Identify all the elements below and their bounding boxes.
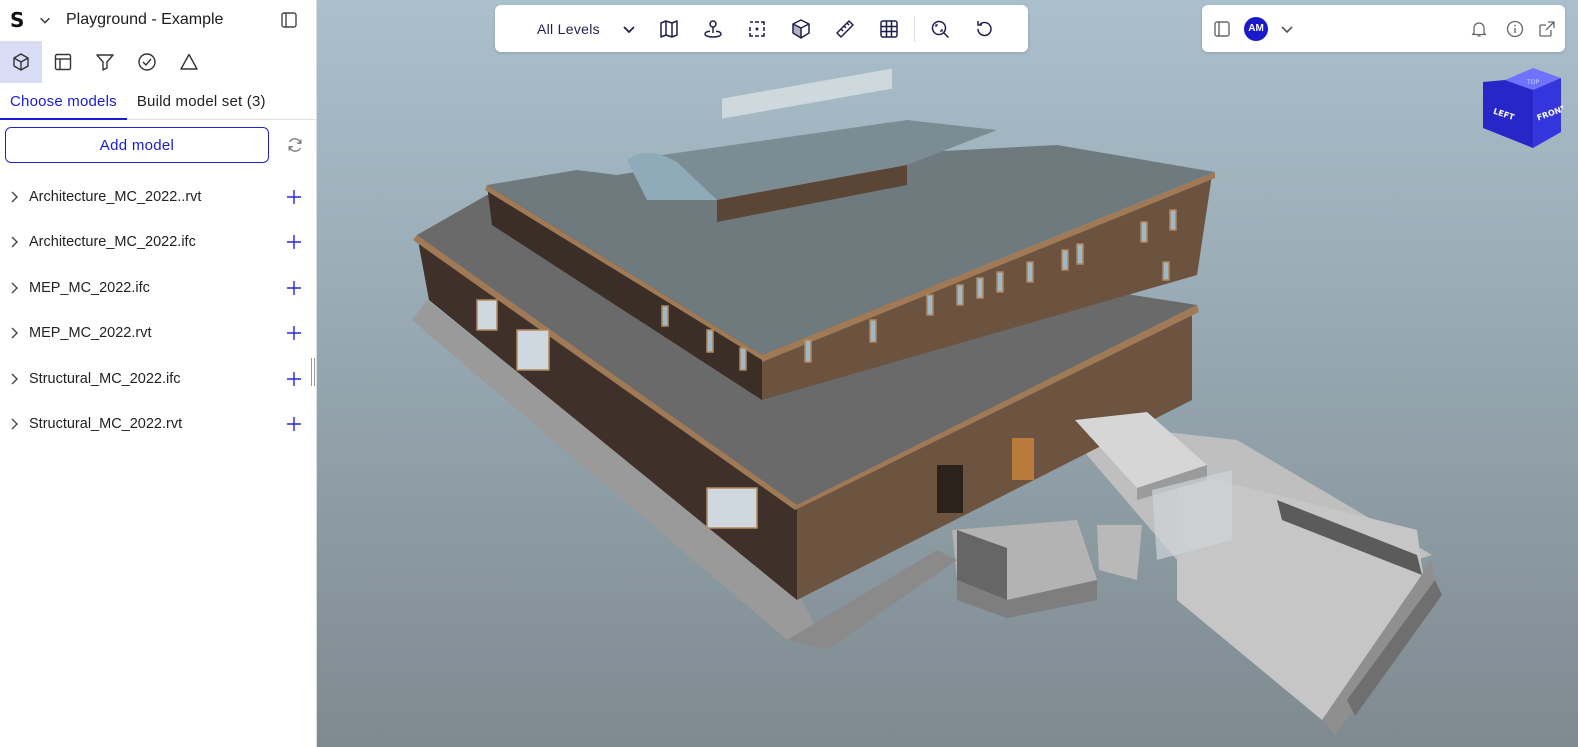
plus-icon[interactable] bbox=[286, 234, 302, 250]
views-tab-button[interactable] bbox=[42, 41, 84, 83]
model-name: Architecture_MC_2022.ifc bbox=[29, 234, 196, 251]
navcube-top-label: TOP bbox=[1526, 79, 1539, 86]
select-box-icon[interactable] bbox=[746, 18, 768, 40]
chevron-right-icon[interactable] bbox=[8, 326, 20, 340]
info-icon[interactable] bbox=[1506, 20, 1524, 38]
viewer-toolbar: All Levels bbox=[495, 5, 1028, 52]
models-tab-button[interactable] bbox=[0, 41, 42, 83]
check-circle-icon bbox=[138, 53, 156, 71]
sidebar-resize-handle[interactable] bbox=[311, 358, 315, 386]
list-item[interactable]: MEP_MC_2022.rvt bbox=[0, 311, 316, 357]
model-tabs: Choose models Build model set (3) bbox=[0, 84, 316, 120]
chevron-right-icon[interactable] bbox=[8, 235, 20, 249]
app-logo[interactable]: S bbox=[10, 8, 30, 32]
issues-tab-button[interactable] bbox=[168, 41, 210, 83]
tab-choose-models[interactable]: Choose models bbox=[0, 84, 127, 120]
plus-icon[interactable] bbox=[286, 280, 302, 296]
model-list: Architecture_MC_2022..rvt Architecture_M… bbox=[0, 174, 316, 447]
chevron-right-icon[interactable] bbox=[8, 417, 20, 431]
warning-triangle-icon bbox=[180, 53, 198, 70]
refresh-icon[interactable] bbox=[286, 136, 304, 154]
user-toolbar: AM bbox=[1202, 5, 1565, 52]
sidebar-header: S Playground - Example bbox=[0, 0, 316, 40]
plus-icon[interactable] bbox=[286, 416, 302, 432]
reset-icon[interactable] bbox=[973, 18, 995, 40]
add-model-row: Add model bbox=[0, 120, 316, 170]
filter-icon bbox=[96, 54, 114, 71]
share-icon[interactable] bbox=[1538, 20, 1556, 38]
3d-viewport[interactable]: All Levels AM TOP LEFT FRONT bbox=[317, 0, 1578, 747]
chevron-down-icon[interactable] bbox=[622, 22, 636, 36]
chevron-down-icon[interactable] bbox=[1280, 22, 1294, 36]
model-name: Structural_MC_2022.ifc bbox=[29, 370, 181, 387]
sidebar-tool-row bbox=[0, 40, 316, 84]
model-name: MEP_MC_2022.rvt bbox=[29, 325, 152, 342]
add-model-button[interactable]: Add model bbox=[5, 127, 269, 163]
filter-tab-button[interactable] bbox=[84, 41, 126, 83]
chevron-right-icon[interactable] bbox=[8, 281, 20, 295]
model-name: MEP_MC_2022.ifc bbox=[29, 279, 150, 296]
plus-icon[interactable] bbox=[286, 371, 302, 387]
levels-dropdown[interactable]: All Levels bbox=[537, 21, 600, 37]
navigation-cube[interactable]: TOP LEFT FRONT bbox=[1483, 66, 1563, 150]
grid-icon[interactable] bbox=[878, 18, 900, 40]
layout-icon bbox=[54, 53, 72, 71]
plus-icon[interactable] bbox=[286, 189, 302, 205]
pin-icon[interactable] bbox=[702, 18, 724, 40]
chevron-right-icon[interactable] bbox=[8, 372, 20, 386]
panel-toggle-icon[interactable] bbox=[1213, 20, 1231, 38]
map-icon[interactable] bbox=[658, 18, 680, 40]
building-model-render[interactable] bbox=[317, 0, 1578, 747]
chevron-right-icon[interactable] bbox=[8, 190, 20, 204]
tab-build-model-set[interactable]: Build model set (3) bbox=[127, 84, 276, 119]
checks-tab-button[interactable] bbox=[126, 41, 168, 83]
sidebar: S Playground - Example Choose models Bui… bbox=[0, 0, 317, 747]
model-name: Architecture_MC_2022..rvt bbox=[29, 188, 202, 205]
list-item[interactable]: MEP_MC_2022.ifc bbox=[0, 265, 316, 311]
list-item[interactable]: Structural_MC_2022.ifc bbox=[0, 356, 316, 402]
toolbar-divider bbox=[913, 15, 915, 42]
plus-icon[interactable] bbox=[286, 325, 302, 341]
panel-toggle-icon[interactable] bbox=[280, 11, 298, 29]
model-name: Structural_MC_2022.rvt bbox=[29, 416, 183, 433]
list-item[interactable]: Architecture_MC_2022.ifc bbox=[0, 220, 316, 266]
chevron-down-icon[interactable] bbox=[38, 12, 54, 28]
avatar[interactable]: AM bbox=[1244, 16, 1268, 41]
project-title: Playground - Example bbox=[66, 11, 224, 28]
cube-icon bbox=[13, 53, 29, 71]
zoom-fit-icon[interactable] bbox=[929, 18, 951, 40]
bell-icon[interactable] bbox=[1470, 20, 1488, 38]
list-item[interactable]: Architecture_MC_2022..rvt bbox=[0, 174, 316, 220]
list-item[interactable]: Structural_MC_2022.rvt bbox=[0, 402, 316, 448]
ruler-icon[interactable] bbox=[834, 18, 856, 40]
section-cube-icon[interactable] bbox=[790, 18, 812, 40]
